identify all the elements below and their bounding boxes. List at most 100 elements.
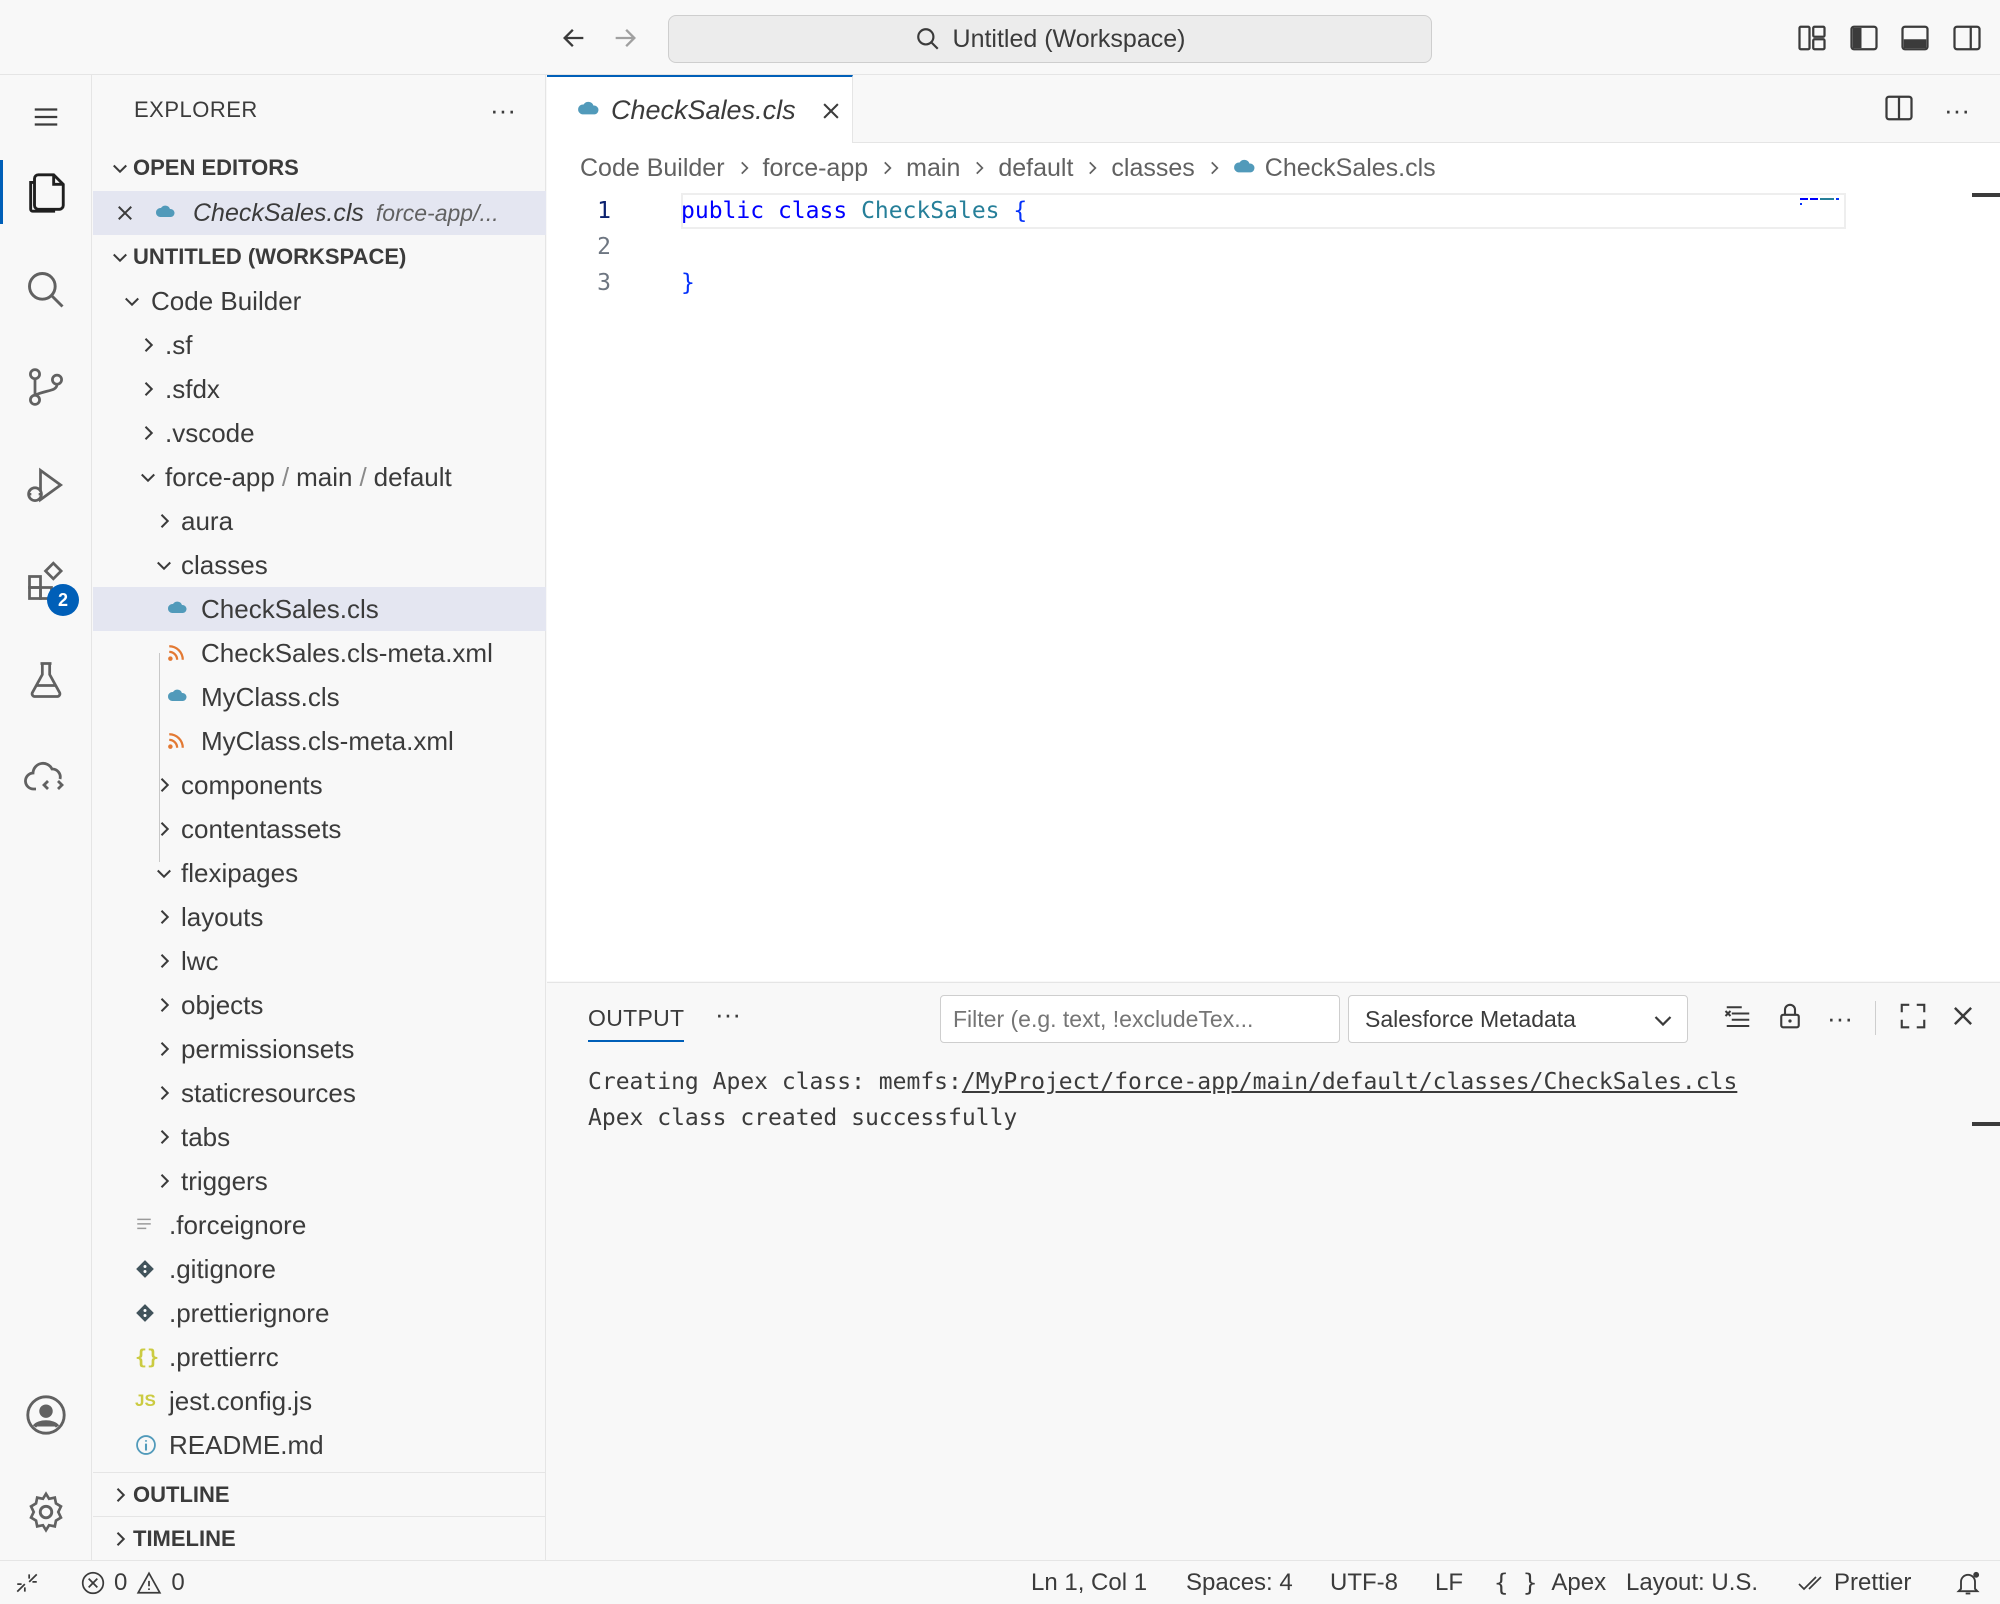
search-view-button[interactable]	[0, 250, 92, 330]
code-editor[interactable]: 1 2 3 public class CheckSales { }	[547, 193, 2000, 981]
output-filter-input[interactable]	[940, 995, 1340, 1043]
tree-label: README.md	[169, 1429, 324, 1460]
tree-file-myclass[interactable]: MyClass.cls	[93, 675, 546, 719]
open-editor-item[interactable]: CheckSales.cls force-app/...	[93, 191, 546, 235]
chevron-right-icon	[135, 379, 161, 399]
chevron-right-icon	[151, 1083, 177, 1103]
tree-folder-staticresources[interactable]: staticresources	[93, 1071, 546, 1115]
remote-indicator[interactable]	[14, 1561, 40, 1604]
tree-file-myclass-meta[interactable]: MyClass.cls-meta.xml	[93, 719, 546, 763]
account-icon	[26, 1395, 66, 1435]
extensions-view-button[interactable]: 2	[0, 542, 92, 622]
breadcrumb-item[interactable]: classes	[1111, 154, 1194, 183]
forward-button[interactable]	[605, 18, 645, 58]
tree-folder-contentassets[interactable]: contentassets	[93, 807, 546, 851]
language-mode[interactable]: { } Apex	[1494, 1561, 1606, 1604]
close-panel-button[interactable]	[1950, 1003, 1976, 1034]
split-editor-button[interactable]	[1884, 93, 1914, 128]
tree-folder-sf[interactable]: .sf	[93, 323, 546, 367]
source-control-view-button[interactable]	[0, 347, 92, 427]
tree-file-checksales[interactable]: CheckSales.cls	[93, 587, 546, 631]
breadcrumb-item[interactable]: main	[906, 154, 960, 183]
tree-label: classes	[181, 549, 268, 580]
run-debug-view-button[interactable]	[0, 445, 92, 525]
tree-file-gitignore[interactable]: .gitignore	[93, 1247, 546, 1291]
workspace-section-header[interactable]: UNTITLED (WORKSPACE)	[93, 235, 546, 279]
tree-folder-classes[interactable]: classes	[93, 543, 546, 587]
close-icon[interactable]	[115, 203, 155, 223]
breadcrumb-item[interactable]: Code Builder	[580, 154, 725, 183]
panel-bottom-icon	[1901, 25, 1929, 51]
output-panel: OUTPUT ··· Salesforce Metadata ··· Creat…	[547, 982, 2000, 1560]
cursor-position[interactable]: Ln 1, Col 1	[1031, 1561, 1147, 1604]
toggle-panel-button[interactable]	[1895, 18, 1935, 58]
close-icon[interactable]	[820, 100, 842, 122]
clear-output-button[interactable]	[1723, 1001, 1753, 1036]
maximize-panel-button[interactable]	[1898, 1001, 1928, 1036]
encoding[interactable]: UTF-8	[1330, 1561, 1398, 1604]
command-center-search[interactable]: Untitled (Workspace)	[668, 15, 1432, 63]
toggle-primary-sidebar-button[interactable]	[1844, 18, 1884, 58]
keyboard-layout[interactable]: Layout: U.S.	[1626, 1561, 1758, 1604]
explorer-view-button[interactable]	[0, 152, 92, 232]
notifications-button[interactable]	[1954, 1561, 1982, 1604]
tree-folder-aura[interactable]: aura	[93, 499, 546, 543]
tree-folder-sfdx[interactable]: .sfdx	[93, 367, 546, 411]
tree-folder-layouts[interactable]: layouts	[93, 895, 546, 939]
tab-output[interactable]: OUTPUT	[588, 1005, 685, 1042]
tree-folder-objects[interactable]: objects	[93, 983, 546, 1027]
customize-layout-button[interactable]	[1792, 18, 1832, 58]
open-editors-section-header[interactable]: OPEN EDITORS	[93, 146, 546, 190]
manage-button[interactable]	[0, 1472, 92, 1552]
tree-folder-triggers[interactable]: triggers	[93, 1159, 546, 1203]
problems-indicator[interactable]: 0 0	[80, 1561, 185, 1604]
minimap[interactable]	[1800, 193, 1860, 205]
tree-folder-flexipages[interactable]: flexipages	[93, 851, 546, 895]
tree-file-readme[interactable]: README.md	[93, 1423, 546, 1467]
salesforce-org-view-button[interactable]	[0, 737, 92, 817]
prettier-status[interactable]: Prettier	[1796, 1561, 1911, 1604]
toggle-secondary-sidebar-button[interactable]	[1947, 18, 1987, 58]
tree-folder-tabs[interactable]: tabs	[93, 1115, 546, 1159]
tree-folder-force-app[interactable]: force-app / main / default	[93, 455, 546, 499]
output-file-link[interactable]: /MyProject/force-app/main/default/classe…	[962, 1069, 1737, 1095]
tree-file-jest-config[interactable]: JS jest.config.js	[93, 1379, 546, 1423]
breadcrumb-item[interactable]: CheckSales.cls	[1265, 154, 1436, 183]
end-of-line[interactable]: LF	[1435, 1561, 1463, 1604]
panel-scrollbar[interactable]	[1972, 1122, 2000, 1126]
panel-more-actions-button[interactable]: ···	[1827, 1003, 1853, 1034]
line-number: 2	[597, 234, 611, 260]
tree-file-prettierrc[interactable]: {} .prettierrc	[93, 1335, 546, 1379]
tree-folder-lwc[interactable]: lwc	[93, 939, 546, 983]
outline-section-header[interactable]: OUTLINE	[93, 1472, 546, 1516]
lock-scroll-button[interactable]	[1775, 1001, 1805, 1036]
menu-button[interactable]	[0, 77, 92, 157]
language-label: Apex	[1551, 1569, 1607, 1596]
testing-view-button[interactable]	[0, 640, 92, 720]
tree-folder-permissionsets[interactable]: permissionsets	[93, 1027, 546, 1071]
back-button[interactable]	[554, 18, 594, 58]
indentation[interactable]: Spaces: 4	[1186, 1561, 1293, 1604]
panel-more-tabs-button[interactable]: ···	[715, 999, 741, 1030]
tree-folder-components[interactable]: components	[93, 763, 546, 807]
timeline-section-header[interactable]: TIMELINE	[93, 1516, 546, 1560]
tree-file-checksales-meta[interactable]: CheckSales.cls-meta.xml	[93, 631, 546, 675]
breadcrumb-item[interactable]: default	[998, 154, 1073, 183]
tree-file-forceignore[interactable]: .forceignore	[93, 1203, 546, 1247]
editor-scrollbar[interactable]	[1972, 193, 2000, 197]
explorer-more-actions-button[interactable]: ···	[485, 92, 521, 128]
accounts-button[interactable]	[0, 1375, 92, 1455]
editor-more-actions-button[interactable]: ···	[1944, 95, 1970, 126]
output-channel-select[interactable]: Salesforce Metadata	[1348, 995, 1688, 1043]
breadcrumb-item[interactable]: force-app	[763, 154, 869, 183]
remote-icon	[16, 1573, 38, 1593]
tree-label: .vscode	[165, 417, 255, 448]
tree-folder-vscode[interactable]: .vscode	[93, 411, 546, 455]
workspace-label: UNTITLED (WORKSPACE)	[133, 244, 407, 269]
tab-checksales[interactable]: CheckSales.cls	[547, 75, 853, 144]
tree-file-prettierignore[interactable]: .prettierignore	[93, 1291, 546, 1335]
code-line: public class CheckSales {	[681, 193, 1027, 229]
tree-folder-code-builder[interactable]: Code Builder	[93, 279, 546, 323]
error-count: 0	[114, 1569, 128, 1596]
chevron-right-icon	[1083, 159, 1101, 177]
